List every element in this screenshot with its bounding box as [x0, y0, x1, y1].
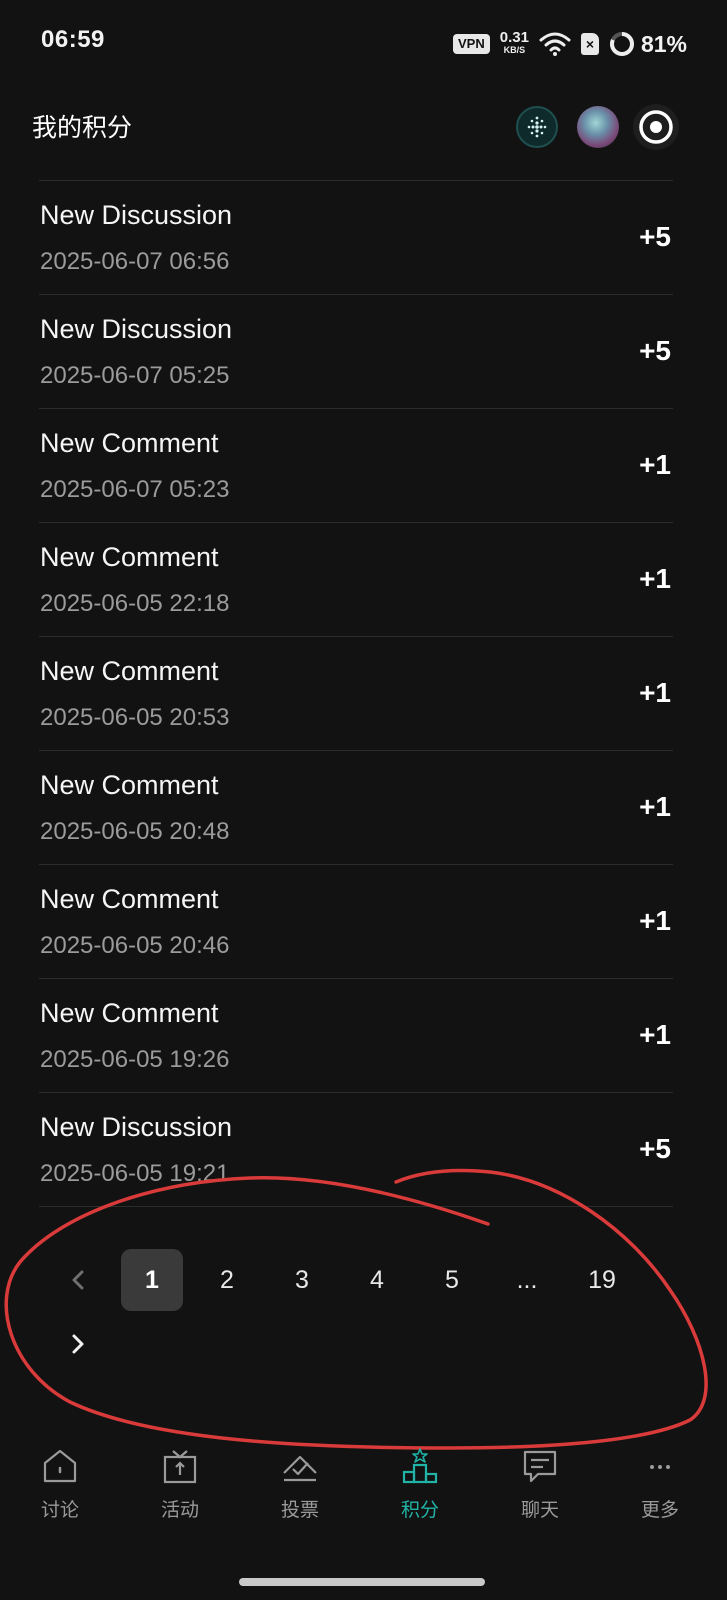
record-points: +5: [639, 221, 671, 252]
battery-ring-icon: [609, 32, 634, 56]
chevron-left-icon: [72, 1270, 84, 1290]
record-points: +1: [639, 563, 671, 594]
status-time: 06:59: [41, 26, 105, 53]
chevron-right-icon: [72, 1334, 84, 1354]
home-icon: [43, 1449, 77, 1483]
record-title: New Comment: [40, 770, 219, 800]
record-title: New Comment: [40, 998, 219, 1028]
network-speed: 0.31 KB/S: [499, 29, 529, 56]
record-date: 2025-06-07 06:56: [40, 248, 230, 275]
record-row: New Comment 2025-06-05 20:48 +1: [39, 751, 673, 865]
tab-points[interactable]: 积分: [370, 1437, 470, 1537]
record-row: New Comment 2025-06-05 19:26 +1: [39, 979, 673, 1093]
page-title: 我的积分: [32, 114, 133, 142]
tab-label: 讨论: [40, 1500, 79, 1521]
page-button-current[interactable]: 1: [121, 1249, 183, 1311]
tab-label: 积分: [400, 1500, 439, 1521]
tab-chat[interactable]: 聊天: [490, 1437, 590, 1537]
next-page-button[interactable]: [58, 1324, 98, 1364]
tab-label: 聊天: [520, 1500, 559, 1521]
record-date: 2025-06-05 20:48: [40, 818, 230, 845]
record-date: 2025-06-05 22:18: [40, 590, 230, 617]
record-date: 2025-06-05 20:53: [40, 704, 230, 731]
more-icon: [650, 1465, 670, 1469]
dots-sphere-icon: [527, 116, 547, 138]
gift-icon: [163, 1450, 197, 1484]
record-date: 2025-06-05 19:26: [40, 1046, 230, 1073]
user-avatar[interactable]: [577, 106, 619, 148]
page-button[interactable]: 3: [271, 1249, 333, 1311]
record-title: New Discussion: [40, 200, 233, 230]
record-row: New Discussion 2025-06-05 19:21 +5: [39, 1093, 673, 1207]
wifi-icon: [539, 32, 571, 56]
page-ellipsis: ...: [516, 1265, 538, 1294]
record-icon: [639, 110, 673, 144]
record-title: New Comment: [40, 656, 219, 686]
record-title: New Discussion: [40, 1112, 233, 1142]
tab-label: 活动: [160, 1500, 199, 1521]
record-points: +1: [639, 791, 671, 822]
record-title: New Comment: [40, 542, 219, 572]
record-points: +1: [639, 1019, 671, 1050]
record-row: New Comment 2025-06-05 20:53 +1: [39, 637, 673, 751]
app-orb-icon[interactable]: [516, 106, 558, 148]
tab-discussion[interactable]: 讨论: [10, 1437, 110, 1537]
record-points: +5: [639, 335, 671, 366]
page-button[interactable]: 19: [571, 1249, 633, 1311]
page-button[interactable]: 4: [346, 1249, 408, 1311]
pagination: 1 2 3 4 5 ... 19: [0, 1248, 727, 1358]
record-title: New Comment: [40, 428, 219, 458]
record-points: +1: [639, 449, 671, 480]
record-button[interactable]: [633, 104, 679, 150]
podium-icon: [402, 1448, 438, 1484]
points-record-list: New Discussion 2025-06-07 06:56 +5 New D…: [39, 180, 673, 1207]
tab-label: 投票: [280, 1500, 319, 1521]
record-points: +1: [639, 905, 671, 936]
battery-percent: 81%: [640, 30, 687, 57]
record-title: New Comment: [40, 884, 219, 914]
vote-icon: [283, 1455, 317, 1482]
record-row: New Discussion 2025-06-07 05:25 +5: [39, 295, 673, 409]
chat-icon: [523, 1450, 557, 1483]
home-indicator[interactable]: [239, 1578, 485, 1586]
tab-vote[interactable]: 投票: [250, 1437, 350, 1537]
record-row: New Comment 2025-06-05 22:18 +1: [39, 523, 673, 637]
record-date: 2025-06-07 05:25: [40, 362, 230, 389]
record-points: +5: [639, 1133, 671, 1164]
record-points: +1: [639, 677, 671, 708]
tab-activity[interactable]: 活动: [130, 1437, 230, 1537]
page-button[interactable]: 2: [196, 1249, 258, 1311]
tab-label: 更多: [640, 1500, 679, 1521]
bottom-tab-bar: 讨论 活动 投票 积分 聊天 更多: [0, 1437, 727, 1537]
record-date: 2025-06-07 05:23: [40, 476, 230, 503]
record-row: New Discussion 2025-06-07 06:56 +5: [39, 181, 673, 295]
record-title: New Discussion: [40, 314, 233, 344]
record-date: 2025-06-05 20:46: [40, 932, 230, 959]
record-row: New Comment 2025-06-07 05:23 +1: [39, 409, 673, 523]
record-row: New Comment 2025-06-05 20:46 +1: [39, 865, 673, 979]
status-icons: VPN 0.31 KB/S × 81%: [453, 24, 687, 64]
prev-page-button[interactable]: [58, 1260, 98, 1300]
vpn-badge: VPN: [453, 34, 490, 54]
sim-off-icon: ×: [580, 33, 599, 55]
status-bar: 06:59 VPN 0.31 KB/S × 81%: [0, 0, 727, 88]
record-date: 2025-06-05 19:21: [40, 1160, 230, 1187]
network-speed-unit: KB/S: [503, 45, 526, 55]
network-speed-value: 0.31: [499, 29, 529, 46]
tab-more[interactable]: 更多: [610, 1437, 710, 1537]
page-button[interactable]: 5: [421, 1249, 483, 1311]
